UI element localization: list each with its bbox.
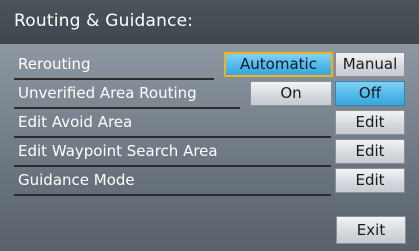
guidance-mode-label: Guidance Mode <box>18 171 135 189</box>
edit-avoid-area-button[interactable]: Edit <box>335 110 405 135</box>
unverified-area-routing-on-button[interactable]: On <box>250 81 332 106</box>
guidance-mode-underline <box>14 194 331 196</box>
guidance-mode-edit-button[interactable]: Edit <box>335 168 405 193</box>
edit-avoid-area-underline <box>14 136 331 138</box>
rerouting-automatic-button[interactable]: Automatic <box>224 52 333 77</box>
edit-avoid-area-row: Edit Avoid Area Edit <box>0 110 419 138</box>
routing-guidance-screen: Routing & Guidance: Rerouting Automatic … <box>0 0 419 251</box>
edit-avoid-area-label: Edit Avoid Area <box>18 113 133 131</box>
unverified-area-routing-off-button[interactable]: Off <box>335 81 405 106</box>
unverified-area-routing-underline <box>14 107 240 109</box>
exit-button[interactable]: Exit <box>336 216 406 244</box>
rerouting-manual-button[interactable]: Manual <box>335 52 405 77</box>
guidance-mode-row: Guidance Mode Edit <box>0 168 419 196</box>
rerouting-label: Rerouting <box>18 55 91 73</box>
unverified-area-routing-row: Unverified Area Routing On Off <box>0 81 419 109</box>
rerouting-underline <box>14 78 214 80</box>
rerouting-row: Rerouting Automatic Manual <box>0 52 419 80</box>
title-bar: Routing & Guidance: <box>0 0 419 44</box>
edit-waypoint-search-area-label: Edit Waypoint Search Area <box>18 142 218 160</box>
page-title: Routing & Guidance: <box>14 11 194 31</box>
unverified-area-routing-label: Unverified Area Routing <box>18 84 197 102</box>
edit-waypoint-search-area-underline <box>14 165 331 167</box>
edit-waypoint-search-area-button[interactable]: Edit <box>335 139 405 164</box>
edit-waypoint-search-area-row: Edit Waypoint Search Area Edit <box>0 139 419 167</box>
